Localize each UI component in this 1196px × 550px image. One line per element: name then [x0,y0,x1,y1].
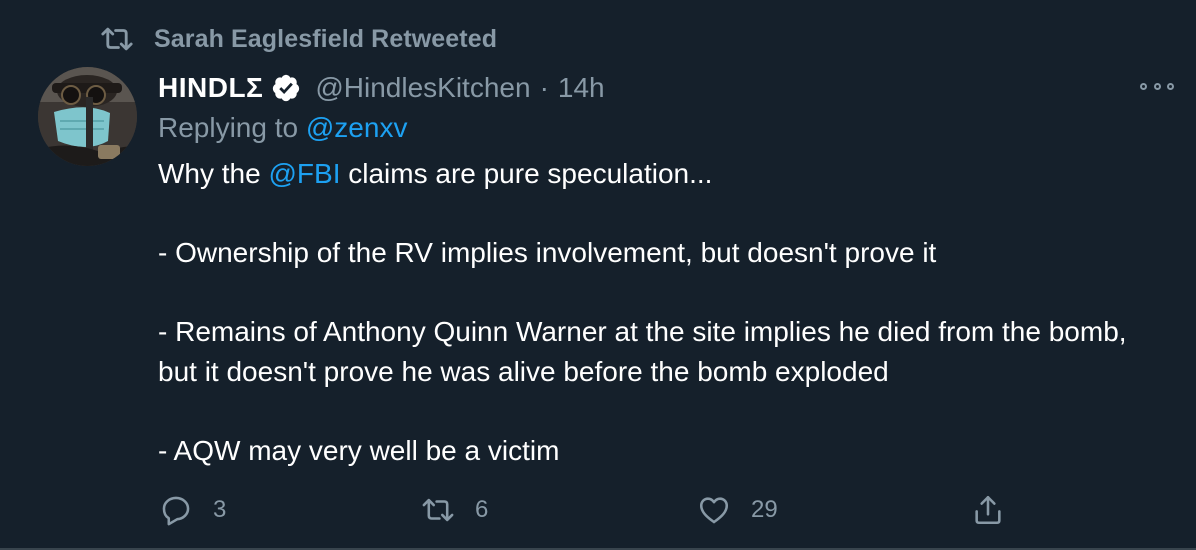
tweet-actions: 3 6 29 [0,488,1196,532]
retweet-context-label[interactable]: Sarah Eaglesfield Retweeted [154,25,497,54]
replying-to: Replying to @zenxv [158,112,407,144]
like-count: 29 [751,496,778,523]
retweet-context: Sarah Eaglesfield Retweeted [100,22,497,56]
heart-icon [699,497,729,524]
tweet-text: Why the @FBI claims are pure speculation… [158,154,1168,470]
more-options-icon[interactable] [1140,76,1174,96]
author-name[interactable]: HINDLΣ [158,72,263,104]
tweet-header: HINDLΣ @HindlesKitchen · 14h [158,68,605,108]
retweet-icon [422,498,454,522]
retweet-button[interactable]: 6 [421,488,488,532]
tweet[interactable]: Sarah Eaglesfield Retweeted HINDLΣ @Hind… [0,0,1196,550]
reply-mention-link[interactable]: @zenxv [306,112,408,143]
fbi-mention-link[interactable]: @FBI [268,158,340,189]
tweet-paragraph: - Remains of Anthony Quinn Warner at the… [158,316,1127,387]
reply-icon [162,496,190,526]
intro-text-after: claims are pure speculation... [340,158,713,189]
avatar[interactable] [38,67,137,166]
tweet-timestamp[interactable]: 14h [558,72,605,104]
replying-to-label: Replying to [158,112,306,143]
reply-button[interactable]: 3 [159,488,226,532]
reply-count: 3 [213,496,227,523]
verified-badge-icon [273,74,300,102]
more-dot [1167,82,1174,90]
author-handle[interactable]: @HindlesKitchen [315,72,530,104]
share-icon [975,495,1001,525]
tweet-paragraph: - AQW may very well be a victim [158,434,560,466]
retweet-icon [101,27,133,51]
avatar-image [38,67,137,166]
header-separator: · [539,72,549,103]
tweet-paragraph: - Ownership of the RV implies involvemen… [158,237,937,268]
like-button[interactable]: 29 [697,488,778,532]
share-button[interactable] [971,488,1005,532]
retweet-count: 6 [475,496,489,523]
more-dot [1153,82,1161,90]
tweet-line-intro: Why the @FBI claims are pure speculation… [158,154,1168,194]
intro-text-before: Why the [158,158,269,189]
more-dot [1140,82,1147,90]
